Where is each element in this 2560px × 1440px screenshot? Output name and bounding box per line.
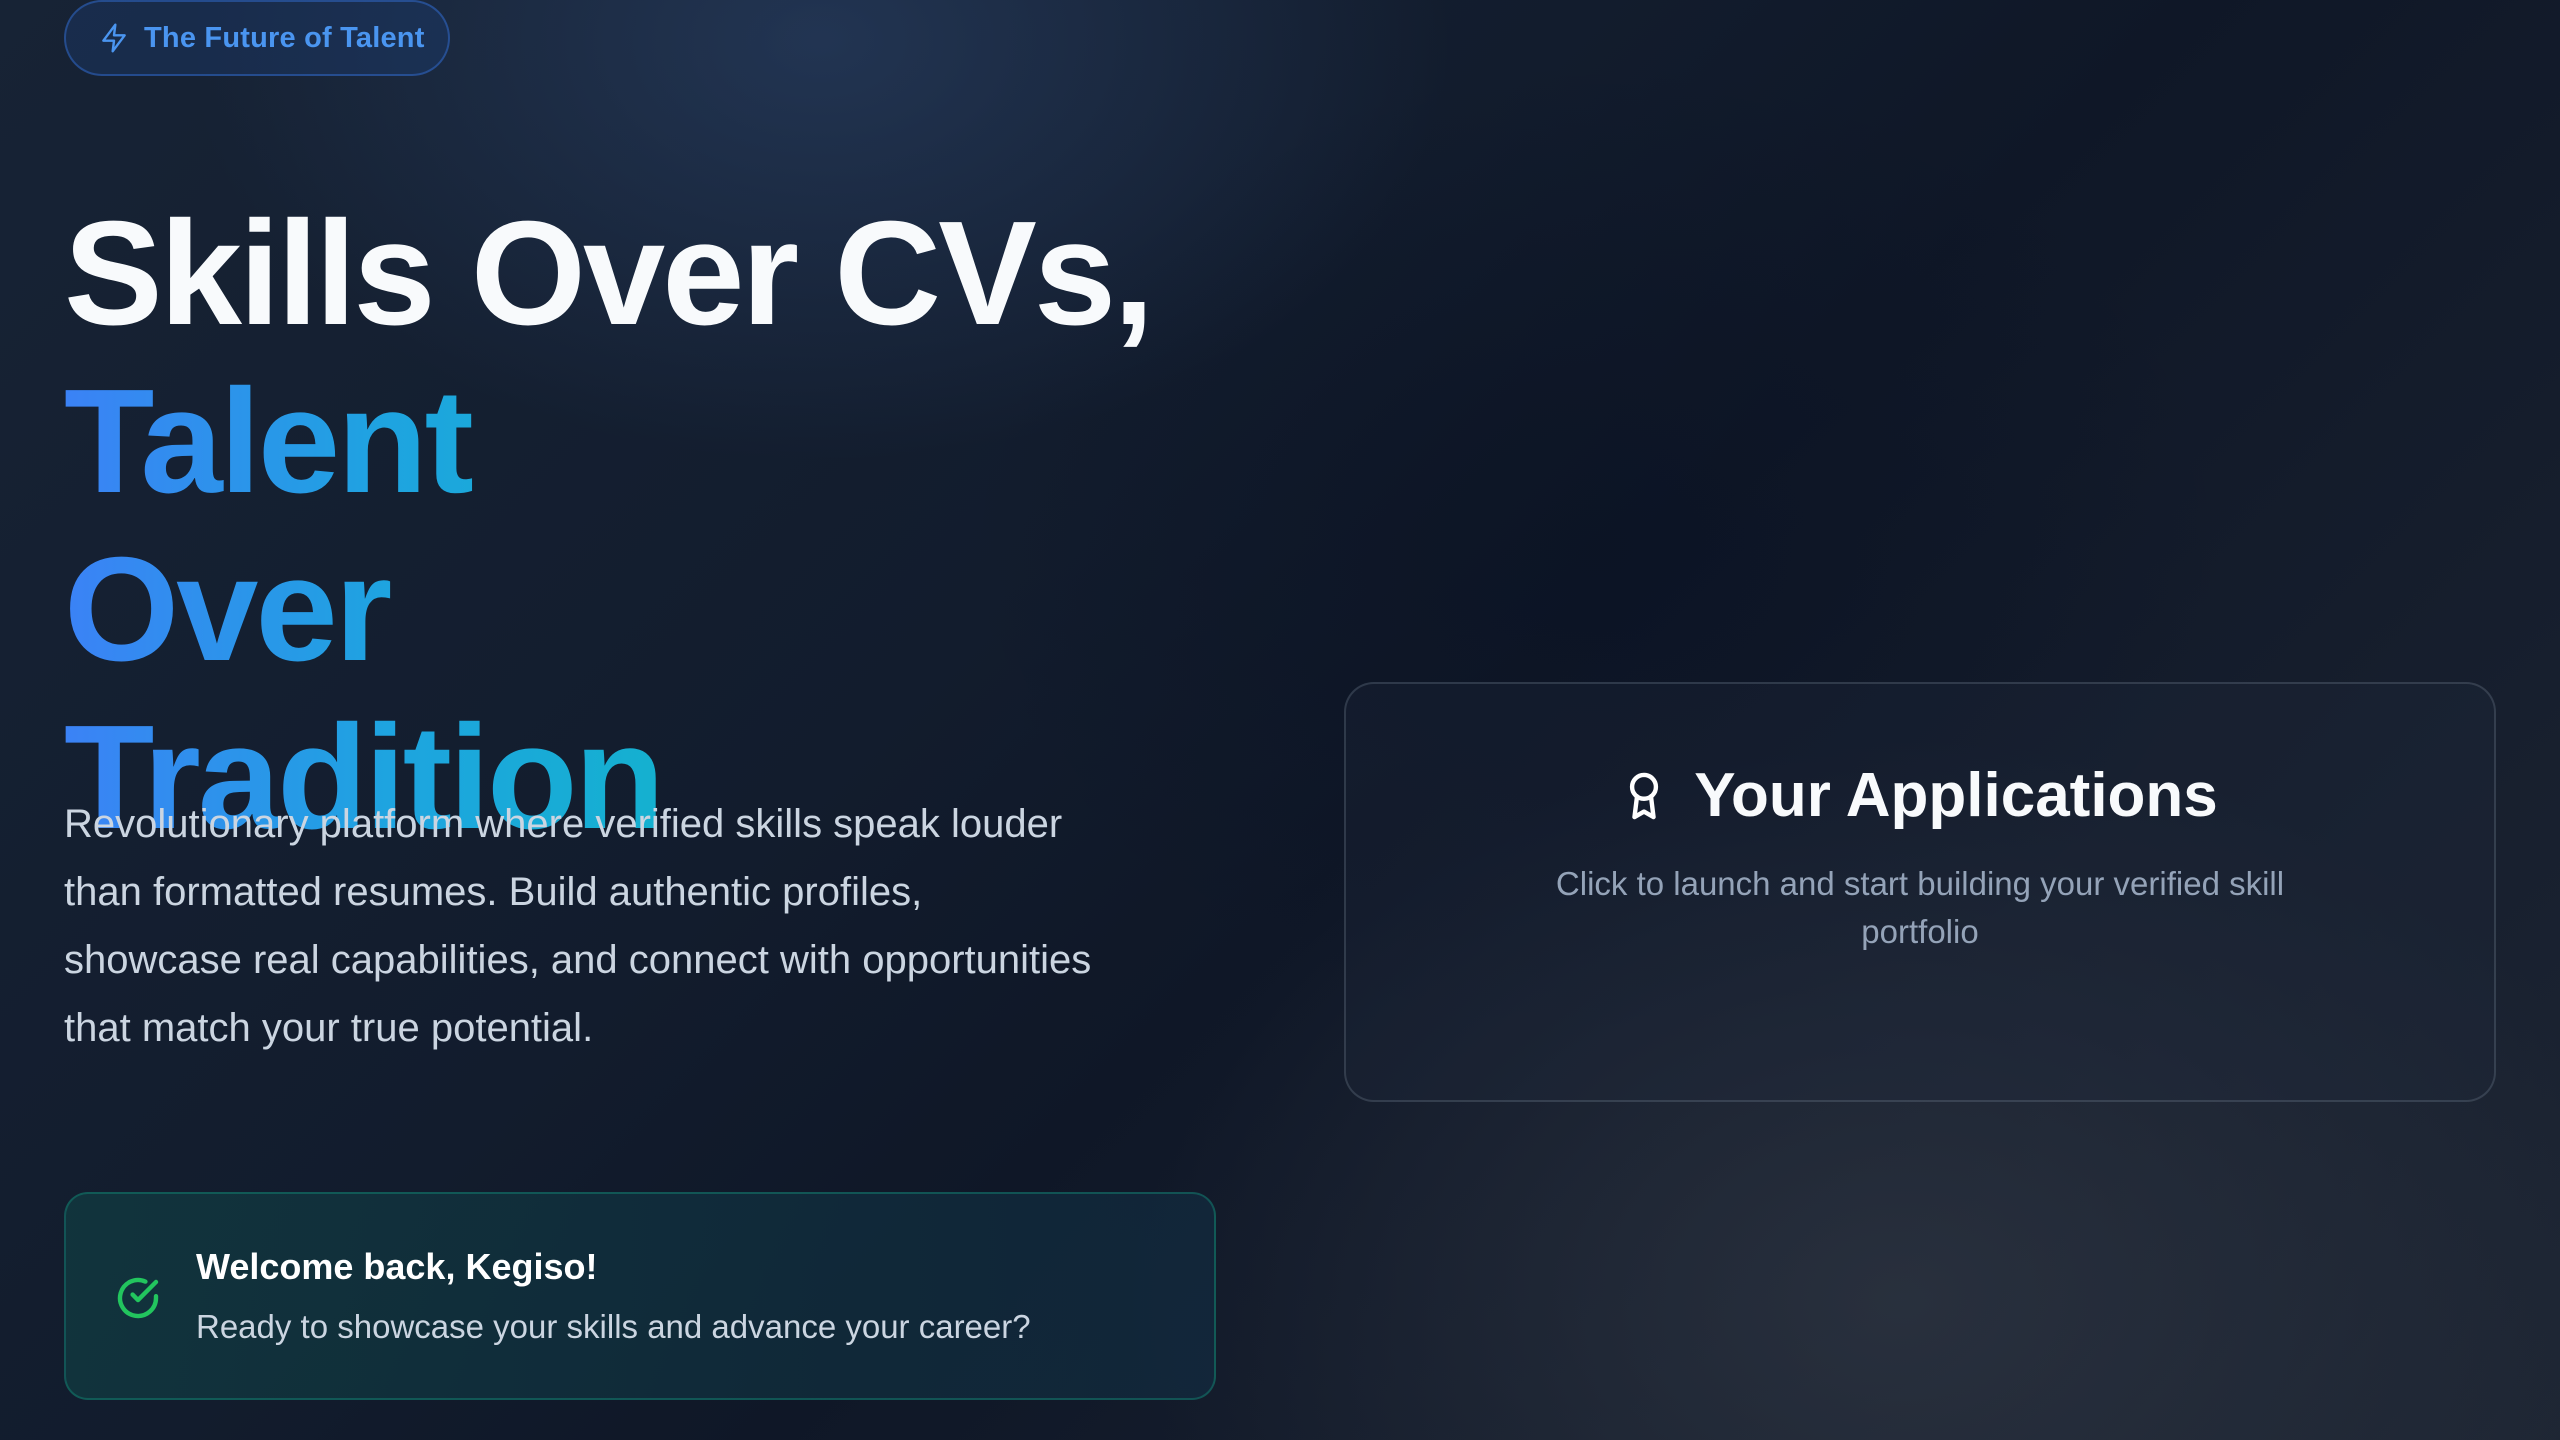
applications-subtitle: Click to launch and start building your …	[1555, 865, 2285, 950]
hero-headline: Skills Over CVs, Talent Over Tradition	[64, 190, 1154, 862]
hero-description: Revolutionary platform where verified sk…	[64, 802, 1092, 1050]
future-of-talent-badge: The Future of Talent	[64, 0, 450, 76]
your-applications-card[interactable]: Your Applications Click to launch and st…	[1344, 682, 2496, 1102]
check-circle-icon	[117, 1277, 159, 1319]
award-icon	[1630, 772, 1659, 819]
applications-header: Your Applications	[1346, 760, 2494, 831]
applications-title: Your Applications	[1694, 761, 2218, 830]
lightning-icon	[102, 23, 126, 53]
headline-line-1: Skills Over CVs,	[64, 191, 1154, 356]
welcome-card: Welcome back, Kegiso! Ready to showcase …	[64, 1192, 1216, 1400]
welcome-title: Welcome back, Kegiso!	[196, 1246, 598, 1287]
badge-label: The Future of Talent	[144, 21, 425, 54]
headline-line-2: Talent Over Tradition	[64, 358, 784, 862]
welcome-subtitle: Ready to showcase your skills and advanc…	[196, 1308, 1031, 1345]
